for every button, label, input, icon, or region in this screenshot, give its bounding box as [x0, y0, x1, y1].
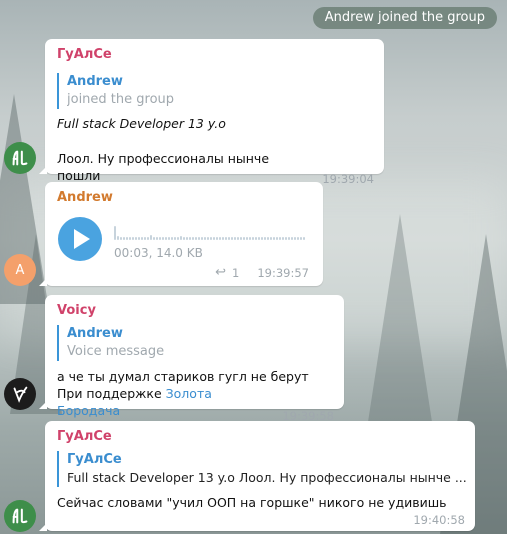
message-sender[interactable]: Voicy [57, 302, 334, 320]
avatar[interactable] [4, 142, 36, 174]
voice-waveform[interactable] [114, 220, 309, 240]
reply-count[interactable]: 1 [232, 266, 239, 280]
avatar[interactable]: A [4, 254, 36, 286]
message-time: 19:40:58 [413, 513, 465, 527]
reply-arrow-icon: ↩ [215, 265, 227, 280]
reply-text: Voice message [67, 344, 165, 359]
avatar[interactable] [4, 500, 36, 532]
voice-duration-size: 00:03, 14.0 KB [114, 246, 203, 260]
reply-preview[interactable]: Andrew Voice message [57, 325, 334, 361]
message-sender[interactable]: ГуАлСе [57, 46, 374, 64]
message-sender[interactable]: Andrew [57, 189, 313, 207]
message-bubble[interactable]: Voicy Andrew Voice message а че ты думал… [39, 295, 344, 423]
message-text: Сейчас словами "учил ООП на горшке" нико… [57, 495, 447, 510]
reply-text: Full stack Developer 13 y.o Лоол. Ну про… [67, 470, 467, 485]
message-sender[interactable]: ГуАлСе [57, 428, 465, 446]
reply-sender: Andrew [67, 74, 123, 89]
reply-preview[interactable]: Andrew joined the group [57, 73, 374, 109]
reply-sender: Andrew [67, 326, 123, 341]
message-bubble[interactable]: ГуАлСе Andrew joined the group Full stac… [39, 39, 384, 186]
message-bubble[interactable]: Andrew 00:03, 14.0 KB ↩ 1 19:39:57 [39, 182, 323, 286]
gualse-avatar-icon [12, 150, 28, 166]
service-message-join: Andrew joined the group [312, 7, 497, 29]
reply-sender: ГуАлСе [67, 452, 122, 467]
play-button[interactable] [58, 217, 102, 261]
reply-preview[interactable]: ГуАлСе Full stack Developer 13 y.o Лоол.… [57, 451, 467, 487]
avatar[interactable] [4, 378, 36, 410]
message-time: 19:39:04 [322, 172, 374, 186]
message-time: 19:39:57 [257, 265, 309, 280]
voicy-avatar-icon [13, 386, 28, 403]
message-bubble[interactable]: ГуАлСе ГуАлСе Full stack Developer 13 y.… [39, 421, 475, 531]
reply-text: joined the group [67, 92, 175, 107]
gualse-avatar-icon [12, 508, 28, 524]
message-text-prefix: При поддержке [57, 386, 166, 401]
message-text-line: а че ты думал стариков гугл не берут [57, 369, 309, 384]
message-text-line: При поддержке Золота Бородача [57, 385, 270, 419]
message-footer: ↩ 1 19:39:57 [215, 265, 309, 280]
avatar-letter: A [15, 262, 25, 278]
message-text: Лоол. Ну профессионалы нынче пошли [57, 151, 270, 183]
message-italic-line: Full stack Developer 13 y.o [57, 116, 226, 131]
